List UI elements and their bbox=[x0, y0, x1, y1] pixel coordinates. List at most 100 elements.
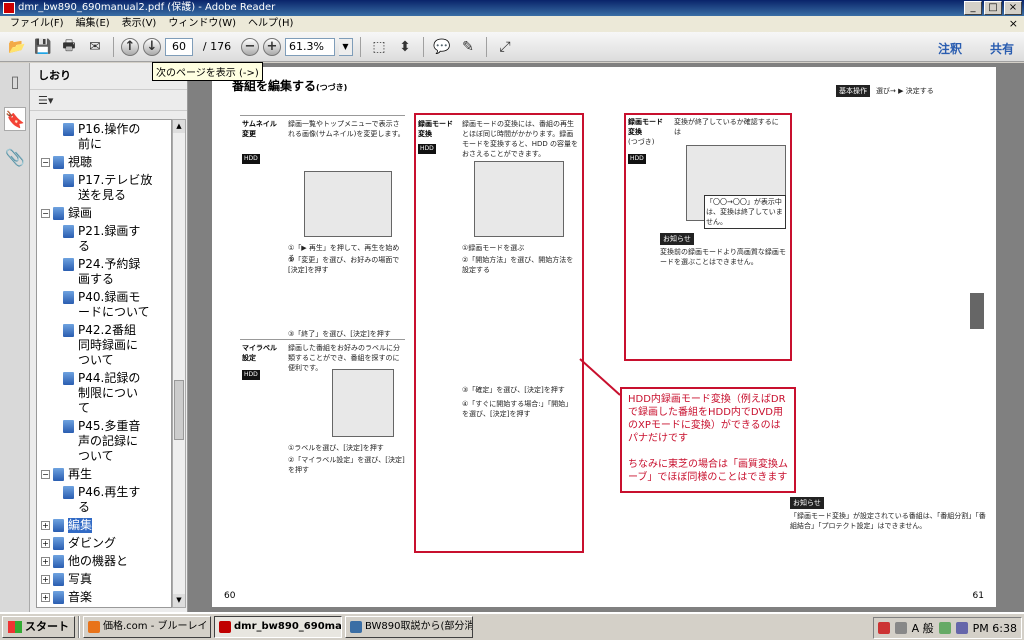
collapse-icon[interactable]: − bbox=[41, 158, 50, 167]
toolbar-divider bbox=[486, 36, 487, 57]
divider bbox=[240, 339, 405, 340]
browser-icon bbox=[88, 621, 100, 633]
menu-edit[interactable]: 編集(E) bbox=[70, 16, 116, 32]
ime-indicator[interactable]: A 般 bbox=[912, 620, 934, 636]
bookmark-item[interactable]: 前に bbox=[37, 137, 171, 152]
fullscreen-icon[interactable]: ⤢ bbox=[494, 36, 516, 58]
bookmark-item[interactable]: P17.テレビ放 bbox=[37, 173, 171, 188]
print-icon[interactable]: 🖶 bbox=[58, 36, 80, 58]
row-step: ②「開始方法」を選び、開始方法を設定する bbox=[462, 256, 574, 274]
bookmark-item[interactable]: 制限につい bbox=[37, 386, 171, 401]
tray-icon[interactable] bbox=[938, 622, 951, 634]
bookmark-item[interactable]: + 写真 bbox=[37, 572, 171, 587]
bookmark-item[interactable]: て bbox=[37, 401, 171, 416]
bookmark-item[interactable]: P40.録画モ bbox=[37, 290, 171, 305]
highlight-icon[interactable]: ✎ bbox=[457, 36, 479, 58]
menu-help[interactable]: ヘルプ(H) bbox=[242, 16, 299, 32]
pages-icon[interactable]: ▯ bbox=[4, 69, 26, 93]
tray-icon[interactable] bbox=[894, 622, 907, 634]
bookmark-label: 他の機器と bbox=[68, 554, 129, 568]
expand-icon[interactable]: + bbox=[41, 557, 50, 566]
save-icon[interactable]: 💾 bbox=[32, 36, 54, 58]
bookmarks-icon[interactable]: 🔖 bbox=[4, 107, 26, 131]
bookmark-item[interactable]: 声の記録に bbox=[37, 434, 171, 449]
start-button[interactable]: スタート bbox=[2, 616, 75, 638]
scroll-thumb[interactable] bbox=[174, 380, 184, 440]
zoom-out-icon[interactable]: − bbox=[241, 37, 259, 56]
bookmark-icon bbox=[63, 420, 74, 433]
previous-page-icon[interactable]: ↑ bbox=[121, 37, 139, 56]
attachments-icon[interactable]: 📎 bbox=[4, 145, 26, 169]
zoom-input[interactable]: 61.3% bbox=[285, 37, 335, 56]
document-close-icon[interactable]: × bbox=[1009, 16, 1018, 32]
share-link[interactable]: 共有 bbox=[990, 40, 1014, 57]
bookmarks-toolbar: ☰▾ bbox=[30, 89, 187, 111]
bookmark-item[interactable]: + 編集 bbox=[37, 518, 171, 533]
title-bar: dmr_bw890_690manual2.pdf (保護) - Adobe Re… bbox=[0, 0, 1024, 16]
bookmark-item[interactable]: る bbox=[37, 500, 171, 515]
row-label: マイラベル設定 bbox=[242, 344, 277, 362]
bookmark-item[interactable]: ついて bbox=[37, 449, 171, 464]
bookmark-item[interactable]: ついて bbox=[37, 353, 171, 368]
bookmark-icon bbox=[53, 537, 64, 550]
collapse-icon[interactable]: − bbox=[41, 209, 50, 218]
notice-badge: お知らせ bbox=[660, 233, 694, 245]
comment-icon[interactable]: 💬 bbox=[431, 36, 453, 58]
bookmark-icon bbox=[63, 486, 74, 499]
screen-image bbox=[304, 171, 392, 237]
bookmark-item[interactable]: + 音楽 bbox=[37, 590, 171, 605]
bookmark-scrollbar[interactable]: ▲ ▼ bbox=[172, 119, 186, 608]
fit-width-icon[interactable]: ⬍ bbox=[394, 36, 416, 58]
navigation-pane-strip: ▯ 🔖 📎 bbox=[0, 63, 30, 612]
bookmark-item[interactable]: − 視聴 bbox=[37, 155, 171, 170]
email-icon[interactable]: ✉ bbox=[84, 36, 106, 58]
taskbar-item[interactable]: 価格.com - ブルーレイ・D... bbox=[83, 616, 211, 638]
expand-icon[interactable]: + bbox=[41, 575, 50, 584]
taskbar-item[interactable]: dmr_bw890_690manu... bbox=[214, 616, 342, 638]
collapse-icon[interactable]: − bbox=[41, 470, 50, 479]
bookmark-item[interactable]: P46.再生す bbox=[37, 485, 171, 500]
bookmark-label: P21.録画す bbox=[78, 224, 141, 238]
bookmark-item[interactable]: P21.録画す bbox=[37, 224, 171, 239]
bookmark-item[interactable]: + ダビング bbox=[37, 536, 171, 551]
bookmark-item[interactable]: P24.予約録 bbox=[37, 257, 171, 272]
tooltip: 次のページを表示 (->) bbox=[152, 62, 263, 81]
menu-file[interactable]: ファイル(F) bbox=[4, 16, 70, 32]
bookmark-item[interactable]: 送を見る bbox=[37, 188, 171, 203]
bookmark-item[interactable]: − 再生 bbox=[37, 467, 171, 482]
open-icon[interactable]: 📂 bbox=[6, 36, 28, 58]
tray-icon[interactable] bbox=[955, 622, 968, 634]
bookmark-item[interactable]: P45.多重音 bbox=[37, 419, 171, 434]
bookmark-item[interactable]: P16.操作の bbox=[37, 122, 171, 137]
next-page-icon[interactable]: ↓ bbox=[143, 37, 161, 56]
scroll-down-icon[interactable]: ▼ bbox=[173, 594, 185, 607]
page-number-input[interactable]: 60 bbox=[165, 37, 193, 56]
expand-icon[interactable]: + bbox=[41, 521, 50, 530]
expand-icon[interactable]: + bbox=[41, 539, 50, 548]
menu-view[interactable]: 表示(V) bbox=[116, 16, 163, 32]
bookmark-item[interactable]: 同時録画に bbox=[37, 338, 171, 353]
document-view[interactable]: 番組を編集する(つづき) サムネイル変更 HDD 録画一覧やトップメニューで表示… bbox=[188, 63, 1024, 612]
maximize-button[interactable]: □ bbox=[984, 1, 1002, 15]
taskbar-item[interactable]: BW890取説から(部分消... bbox=[345, 616, 473, 638]
fit-page-icon[interactable]: ⬚ bbox=[368, 36, 390, 58]
close-button[interactable]: × bbox=[1004, 1, 1022, 15]
menu-window[interactable]: ウィンドウ(W) bbox=[162, 16, 242, 32]
minimize-button[interactable]: _ bbox=[964, 1, 982, 15]
bookmark-item[interactable]: + 他の機器と bbox=[37, 554, 171, 569]
bookmark-item[interactable]: る bbox=[37, 239, 171, 254]
zoom-dropdown-icon[interactable]: ▼ bbox=[339, 37, 353, 56]
scroll-up-icon[interactable]: ▲ bbox=[173, 120, 185, 133]
bookmark-item[interactable]: 画する bbox=[37, 272, 171, 287]
page-number: 60 bbox=[224, 591, 236, 601]
annotate-link[interactable]: 注釈 bbox=[938, 40, 962, 57]
zoom-in-icon[interactable]: + bbox=[263, 37, 281, 56]
tray-icon[interactable] bbox=[877, 622, 890, 634]
expand-icon[interactable]: + bbox=[41, 593, 50, 602]
bookmark-item[interactable]: P44.記録の bbox=[37, 371, 171, 386]
options-icon[interactable]: ☰▾ bbox=[38, 94, 53, 107]
bookmark-item[interactable]: P42.2番組 bbox=[37, 323, 171, 338]
bookmark-item[interactable]: − 録画 bbox=[37, 206, 171, 221]
bookmark-item[interactable]: ードについて bbox=[37, 305, 171, 320]
taskbar-item-label: BW890取説から(部分消... bbox=[365, 621, 473, 632]
